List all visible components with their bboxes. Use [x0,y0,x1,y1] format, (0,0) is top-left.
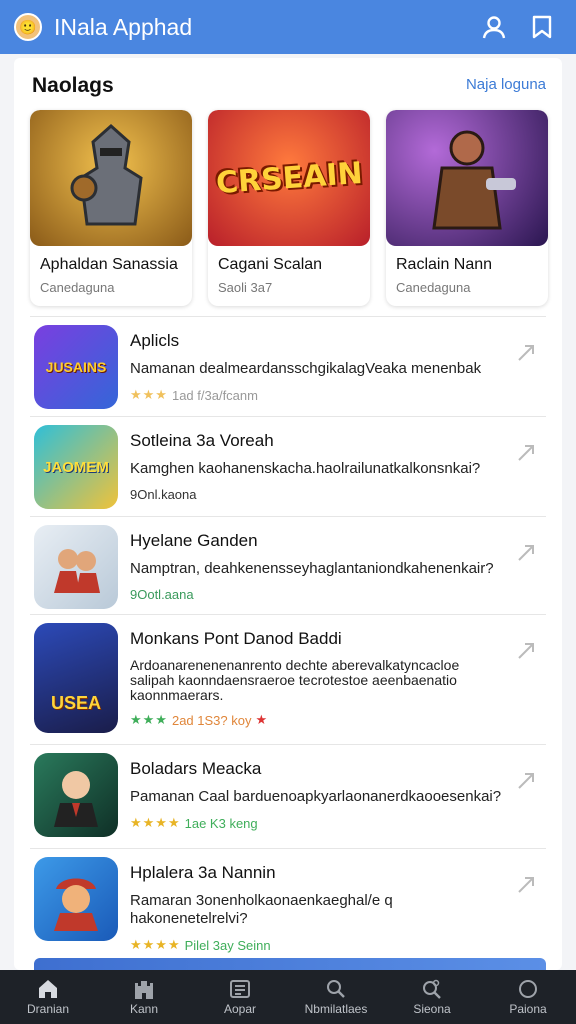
install-icon[interactable] [512,871,540,899]
featured-section-title: Naolags [32,74,114,97]
nav-item-home[interactable]: Dranian [0,970,96,1024]
list-item[interactable]: JAOMEM Sotleina 3a Voreah Kamghen kaohan… [30,416,546,516]
install-icon[interactable] [512,339,540,367]
card-title: Aphaldan Sanassia [40,256,178,273]
nav-label: Sieona [413,1001,451,1016]
featured-card[interactable]: Aphaldan Sanassia Canedaguna [30,110,192,306]
app-title: Monkans Pont Danod Baddi [130,629,342,648]
app-description: Ramaran 3onenholkaonaenkaeghal/e q hakon… [130,892,393,927]
app-icon-text: JAOMEM [43,458,109,476]
circle-icon [519,979,537,998]
news-icon [230,979,250,998]
app-icon: JUSAINS [34,325,118,409]
rating-stars: ★★★ [130,712,168,727]
featured-card[interactable]: CRSEAIN Cagani Scalan Saoli 3a7 [208,110,370,306]
featured-star-icon: ★ [255,712,268,727]
list-item[interactable]: Boladars Meacka Pamanan Caal barduenoapk… [30,744,546,848]
app-meta: 2ad 1S3? koy [171,712,252,728]
list-item[interactable]: Hyelane Ganden Namptran, deahkenensseyha… [30,516,546,614]
app-description: Namptran, deahkenensseyhaglantaniondkahe… [130,560,494,577]
app-meta: 1ad f/3a/fcanm [171,387,258,403]
nav-label: Kann [129,1001,159,1016]
app-description: Kamghen kaohanenskacha.haolrailunatkalko… [130,460,481,477]
card-subtitle: Saoli 3a7 [218,280,273,295]
list-item[interactable]: JUSAINS Aplicls Namanan dealmeardansschg… [30,316,546,416]
nav-item-search-settings[interactable]: Sieona [384,970,480,1024]
castle-icon [135,980,153,999]
rating-stars: ★★★★ [130,937,181,952]
cartoon-art-image: CRSEAIN [208,110,370,246]
app-icon-text: USEA [50,692,101,713]
card-title: Cagani Scalan [218,256,323,273]
nav-label: Nbmilatlaes [304,1001,368,1016]
app-list: JUSAINS Aplicls Namanan dealmeardansschg… [30,316,546,953]
app-meta: 1ae K3 keng [184,815,258,831]
nav-item-profile[interactable]: Paiona [480,970,576,1024]
app-screen: 🙂 INala Apphad Naolags Naja loguna Aphal… [0,0,576,1024]
app-title: Hplalera 3a Nannin [130,863,276,882]
avatar-face-icon[interactable]: 🙂 [14,13,42,41]
app-title: Boladars Meacka [130,759,262,778]
install-icon[interactable] [512,439,540,467]
list-item[interactable]: USEA Monkans Pont Danod Baddi Ardoanaren… [30,614,546,744]
card-subtitle: Canedaguna [40,280,115,295]
user-icon[interactable] [474,7,514,47]
nav-item-news[interactable]: Aopar [192,970,288,1024]
app-icon: JAOMEM [34,425,118,509]
bottom-nav: Dranian Kann Aopar Nbmilatlaes Sieona Pa… [0,970,576,1024]
knight-art-image [30,110,192,246]
app-description: Pamanan Caal barduenoapkyarlaonanerdkaoo… [130,788,502,805]
see-all-link[interactable]: Naja loguna [466,76,546,93]
rating-stars: ★★★★ [130,815,181,830]
app-title: INala Apphad [54,13,193,40]
app-icon [34,525,118,609]
nav-item-search[interactable]: Nbmilatlaes [288,970,384,1024]
install-icon[interactable] [512,539,540,567]
featured-cards: Aphaldan Sanassia Canedaguna CRSEAIN Cag… [30,110,548,306]
app-meta: 9Onl.kaona [130,487,197,502]
content-sheet: Naolags Naja loguna Aphaldan Sanassia Ca… [14,58,562,970]
nav-label: Dranian [26,1001,70,1016]
bookmark-icon[interactable] [522,7,562,47]
card-subtitle: Canedaguna [396,280,471,295]
search-icon [327,979,345,998]
top-app-bar: 🙂 INala Apphad [0,0,576,54]
list-item[interactable]: Hplalera 3a Nannin Ramaran 3onenholkaona… [30,848,546,953]
home-icon [39,979,57,998]
warrior-art-image [386,110,548,246]
app-title: Sotleina 3a Voreah [130,431,274,450]
app-icon [34,753,118,837]
app-title: Aplicls [130,331,180,350]
install-icon[interactable] [512,767,540,795]
app-meta: Pilel 3ay Seinn [184,937,271,953]
app-title: Hyelane Ganden [130,531,258,550]
app-description: Namanan dealmeardansschgikalagVeaka mene… [130,360,482,377]
app-description: Ardoanarenenenanrento dechte aberevalkat… [130,657,460,703]
app-meta: 9Ootl.aana [130,587,194,602]
nav-item-castle[interactable]: Kann [96,970,192,1024]
rating-stars: ★★★ [130,387,168,402]
search-gear-icon [423,979,441,999]
nav-label: Paiona [509,1001,547,1016]
app-icon-text: JUSAINS [45,359,107,375]
nav-label: Aopar [223,1001,257,1016]
app-icon: USEA [34,623,118,733]
featured-card[interactable]: Raclain Nann Canedaguna [386,110,548,306]
app-icon [34,857,118,941]
card-art-text: CRSEAIN [214,155,364,201]
card-title: Raclain Nann [396,256,493,273]
install-icon[interactable] [512,637,540,665]
